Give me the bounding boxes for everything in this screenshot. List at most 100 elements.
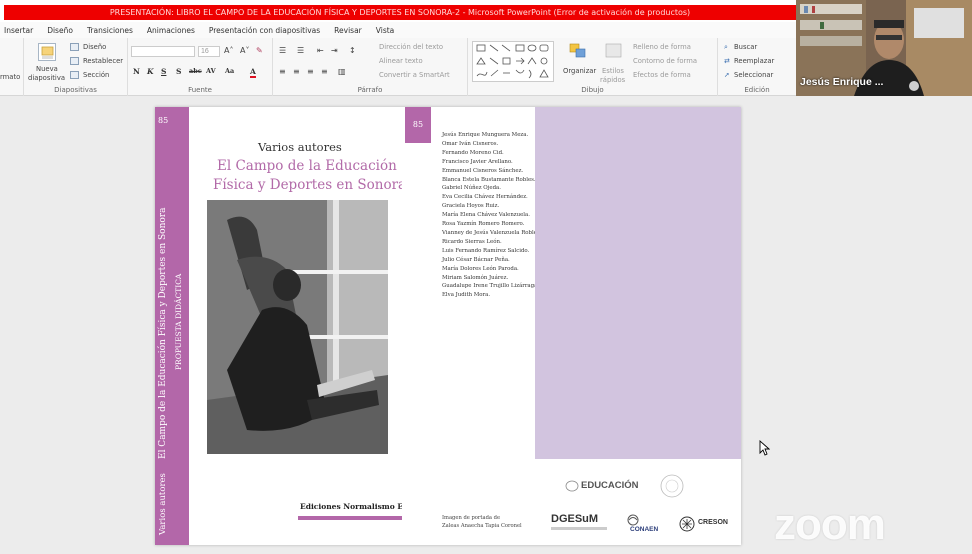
book-spine: 85 El Campo de la Educación Física y Dep…: [155, 107, 189, 545]
select-button[interactable]: Seleccionar: [734, 71, 773, 79]
shape-fill-button[interactable]: Relleno de forma: [633, 43, 691, 51]
case-icon[interactable]: Aa: [225, 67, 234, 75]
quick-styles-label-2[interactable]: rápidos: [600, 76, 625, 84]
arrange-button[interactable]: Organizar: [563, 67, 596, 75]
tab-revisar[interactable]: Revisar: [334, 26, 362, 35]
shape-effects-button[interactable]: Efectos de forma: [633, 71, 691, 79]
ribbon-group-edicion: ⌕ Buscar ⇄ Reemplazar ➚ Seleccionar Edic…: [718, 38, 796, 96]
sep-logo: EDUCACIÓN: [581, 480, 639, 491]
group-label-dibujo: Dibujo: [581, 86, 604, 94]
group-label-edicion: Edición: [744, 86, 770, 94]
justify-icon[interactable]: ≡: [321, 67, 328, 76]
seal-icon: [660, 474, 684, 498]
numbering-icon[interactable]: ☰: [297, 46, 304, 55]
book-front-cover: Varios autores El Campo de la Educación …: [189, 107, 459, 545]
author-name: María Dolores León Paroda.: [442, 265, 519, 272]
grow-font-icon[interactable]: A˄: [224, 46, 233, 55]
back-number: 85: [405, 107, 431, 143]
front-title-line-1: El Campo de la Educación: [217, 158, 397, 174]
authors-list: Jesús Enrique Munguera Meza. Omar Iván C…: [442, 131, 541, 300]
arrange-icon[interactable]: [568, 42, 588, 60]
conaen-logo: CONAEN: [630, 526, 659, 533]
tab-insertar[interactable]: Insertar: [4, 26, 33, 35]
tab-diseno[interactable]: Diseño: [47, 26, 73, 35]
smartart-button[interactable]: Convertir a SmartArt: [379, 71, 450, 79]
group-label-diapositivas: Diapositivas: [54, 86, 97, 94]
tab-presentacion[interactable]: Presentación con diapositivas: [209, 26, 320, 35]
format-label[interactable]: rmato: [0, 73, 20, 81]
clear-format-icon[interactable]: ✎: [256, 46, 263, 55]
layout-button[interactable]: Diseño: [83, 43, 106, 51]
front-title-line-2: Física y Deportes en Sonora: [213, 177, 407, 193]
spine-authors-text: Varios autores: [158, 473, 168, 536]
bold-icon[interactable]: N: [133, 67, 140, 76]
author-name: Guadalupe Irene Trujillo Lizárraga.: [442, 283, 540, 290]
text-direction-button[interactable]: Dirección del texto: [379, 43, 443, 51]
align-center-icon[interactable]: ≡: [293, 67, 300, 76]
find-button[interactable]: Buscar: [734, 43, 757, 51]
zoom-logo: zoom: [774, 500, 886, 549]
author-name: Ricardo Sierras León.: [442, 238, 502, 245]
tab-transiciones[interactable]: Transiciones: [87, 26, 133, 35]
replace-icon: ⇄: [724, 57, 730, 65]
increase-indent-icon[interactable]: ⇥: [331, 46, 338, 55]
author-name: Blanca Estela Bustamante Robles.: [442, 176, 536, 183]
new-slide-label-1[interactable]: Nueva: [36, 65, 58, 73]
align-left-icon[interactable]: ≡: [279, 67, 286, 76]
new-slide-icon[interactable]: [38, 43, 56, 61]
tab-animaciones[interactable]: Animaciones: [147, 26, 195, 35]
creson-logo: CRESON: [698, 519, 728, 526]
quick-styles-label-1[interactable]: Estilos: [602, 67, 624, 75]
reset-button[interactable]: Restablecer: [83, 57, 123, 65]
spine-text: El Campo de la Educación Física y Deport…: [155, 107, 189, 545]
author-name: María Elena Chávez Valenzuela.: [442, 212, 530, 219]
font-name-input[interactable]: [131, 46, 195, 57]
slide-canvas[interactable]: 85 El Campo de la Educación Física y Dep…: [155, 107, 741, 545]
line-spacing-icon[interactable]: ↕: [349, 46, 356, 55]
align-text-button[interactable]: Alinear texto: [379, 57, 423, 65]
replace-button[interactable]: Reemplazar: [734, 57, 774, 65]
zoom-screen-share: PRESENTACIÓN: LIBRO EL CAMPO DE LA EDUCA…: [0, 0, 972, 554]
italic-icon[interactable]: K: [147, 67, 154, 76]
new-slide-label-2[interactable]: diapositiva: [28, 74, 65, 82]
mouse-cursor-icon: [759, 440, 770, 456]
columns-icon[interactable]: ▥: [338, 67, 346, 76]
dgesum-logo: DGESuM: [551, 513, 599, 525]
participant-video[interactable]: Jesús Enrique ...: [796, 0, 972, 96]
ribbon-tabs: Insertar Diseño Transiciones Animaciones…: [0, 22, 796, 38]
font-size-input[interactable]: 16: [198, 46, 220, 57]
reset-icon: [70, 57, 79, 65]
align-right-icon[interactable]: ≡: [307, 67, 314, 76]
shadow-icon[interactable]: S: [176, 67, 181, 76]
group-label-parrafo: Párrafo: [357, 86, 383, 94]
bullets-icon[interactable]: ☰: [279, 46, 286, 55]
tab-vista[interactable]: Vista: [376, 26, 395, 35]
strikethrough-icon[interactable]: abc: [189, 67, 202, 75]
institution-logos: EDUCACIÓN DGESuM CONAEN CRESON: [535, 459, 741, 545]
shapes-gallery-icons: [476, 44, 549, 79]
author-name: Omar Iván Cisneros.: [442, 140, 499, 147]
section-icon: [70, 71, 79, 79]
author-name: Francisco Javier Arellano.: [442, 158, 513, 165]
shapes-gallery[interactable]: [472, 41, 554, 82]
spacing-icon[interactable]: AV: [206, 67, 216, 75]
image-credit-line-2: Zaleas Anaecha Tapia Coronel: [442, 523, 522, 529]
author-name: Gabriel Núñez Ojeda.: [442, 185, 501, 192]
decrease-indent-icon[interactable]: ⇤: [317, 46, 324, 55]
participant-name: Jesús Enrique ...: [800, 76, 884, 88]
shrink-font-icon[interactable]: A˅: [240, 46, 249, 55]
author-name: Eva Cecilia Chávez Hernández.: [442, 194, 528, 201]
author-name: Fernando Moreno Cid.: [442, 149, 504, 156]
shape-outline-button[interactable]: Contorno de forma: [633, 57, 697, 65]
underline-icon[interactable]: S: [161, 67, 166, 76]
spine-subtitle-text: PROPUESTA DIDÁCTICA: [174, 273, 183, 370]
image-credit-line-1: Imagen de portada de: [442, 515, 501, 521]
group-label-fuente: Fuente: [188, 86, 212, 94]
author-name: Miriam Salomón Juárez.: [442, 274, 509, 281]
author-name: Vianney de Jesús Valenzuela Robles.: [442, 229, 542, 236]
section-button[interactable]: Sección: [83, 71, 109, 79]
find-icon: ⌕: [724, 43, 728, 51]
font-color-icon[interactable]: A: [250, 67, 256, 78]
ribbon-group-diapositivas: Nueva diapositiva Diseño Restablecer Sec…: [24, 38, 128, 96]
quick-styles-icon[interactable]: [604, 42, 624, 60]
